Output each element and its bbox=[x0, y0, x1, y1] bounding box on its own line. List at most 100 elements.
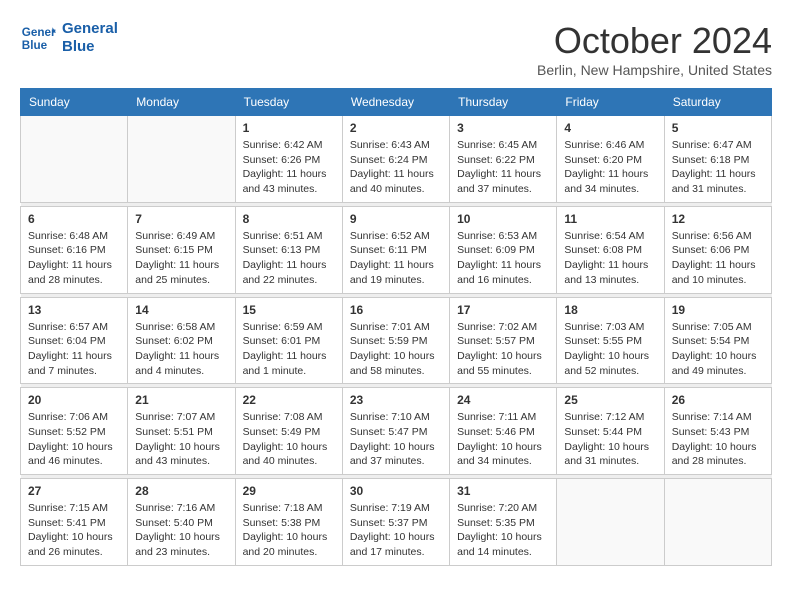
day-number: 12 bbox=[672, 212, 764, 226]
day-number: 4 bbox=[564, 121, 656, 135]
day-info: Sunrise: 7:10 AM Sunset: 5:47 PM Dayligh… bbox=[350, 410, 442, 469]
page-header: General Blue GeneralBlue October 2024 Be… bbox=[20, 20, 772, 78]
calendar-week-3: 13 Sunrise: 6:57 AM Sunset: 6:04 PM Dayli… bbox=[21, 297, 772, 384]
day-info: Sunrise: 6:59 AM Sunset: 6:01 PM Dayligh… bbox=[243, 320, 335, 379]
day-number: 13 bbox=[28, 303, 120, 317]
logo-icon: General Blue bbox=[20, 20, 56, 56]
day-number: 30 bbox=[350, 484, 442, 498]
day-number: 10 bbox=[457, 212, 549, 226]
svg-text:Blue: Blue bbox=[22, 39, 48, 52]
day-info: Sunrise: 7:11 AM Sunset: 5:46 PM Dayligh… bbox=[457, 410, 549, 469]
weekday-header-friday: Friday bbox=[557, 89, 664, 116]
day-number: 22 bbox=[243, 393, 335, 407]
day-info: Sunrise: 6:54 AM Sunset: 6:08 PM Dayligh… bbox=[564, 229, 656, 288]
day-number: 6 bbox=[28, 212, 120, 226]
calendar-cell: 2 Sunrise: 6:43 AM Sunset: 6:24 PM Daylig… bbox=[342, 116, 449, 203]
day-info: Sunrise: 6:42 AM Sunset: 6:26 PM Dayligh… bbox=[243, 138, 335, 197]
calendar-cell: 23Sunrise: 7:10 AM Sunset: 5:47 PM Dayli… bbox=[342, 388, 449, 475]
day-number: 15 bbox=[243, 303, 335, 317]
calendar-cell: 3 Sunrise: 6:45 AM Sunset: 6:22 PM Daylig… bbox=[450, 116, 557, 203]
day-number: 7 bbox=[135, 212, 227, 226]
day-info: Sunrise: 6:43 AM Sunset: 6:24 PM Dayligh… bbox=[350, 138, 442, 197]
day-number: 5 bbox=[672, 121, 764, 135]
calendar-week-5: 27Sunrise: 7:15 AM Sunset: 5:41 PM Dayli… bbox=[21, 479, 772, 566]
calendar-cell: 24 Sunrise: 7:11 AM Sunset: 5:46 PM Dayli… bbox=[450, 388, 557, 475]
calendar-cell: 12 Sunrise: 6:56 AM Sunset: 6:06 PM Dayli… bbox=[664, 206, 771, 293]
calendar-cell: 13 Sunrise: 6:57 AM Sunset: 6:04 PM Dayli… bbox=[21, 297, 128, 384]
day-info: Sunrise: 7:05 AM Sunset: 5:54 PM Dayligh… bbox=[672, 320, 764, 379]
day-number: 16 bbox=[350, 303, 442, 317]
calendar-cell: 14 Sunrise: 6:58 AM Sunset: 6:02 PM Dayli… bbox=[128, 297, 235, 384]
calendar-week-2: 6 Sunrise: 6:48 AM Sunset: 6:16 PM Daylig… bbox=[21, 206, 772, 293]
calendar-cell bbox=[557, 479, 664, 566]
day-info: Sunrise: 6:57 AM Sunset: 6:04 PM Dayligh… bbox=[28, 320, 120, 379]
calendar-cell bbox=[128, 116, 235, 203]
day-number: 31 bbox=[457, 484, 549, 498]
day-info: Sunrise: 6:48 AM Sunset: 6:16 PM Dayligh… bbox=[28, 229, 120, 288]
logo: General Blue GeneralBlue bbox=[20, 20, 118, 56]
day-info: Sunrise: 7:15 AM Sunset: 5:41 PM Dayligh… bbox=[28, 501, 120, 560]
day-info: Sunrise: 7:08 AM Sunset: 5:49 PM Dayligh… bbox=[243, 410, 335, 469]
calendar-cell: 17 Sunrise: 7:02 AM Sunset: 5:57 PM Dayli… bbox=[450, 297, 557, 384]
calendar-cell: 29 Sunrise: 7:18 AM Sunset: 5:38 PM Dayli… bbox=[235, 479, 342, 566]
day-info: Sunrise: 7:14 AM Sunset: 5:43 PM Dayligh… bbox=[672, 410, 764, 469]
day-info: Sunrise: 6:52 AM Sunset: 6:11 PM Dayligh… bbox=[350, 229, 442, 288]
weekday-header-tuesday: Tuesday bbox=[235, 89, 342, 116]
calendar-cell: 10 Sunrise: 6:53 AM Sunset: 6:09 PM Dayli… bbox=[450, 206, 557, 293]
calendar-cell: 22 Sunrise: 7:08 AM Sunset: 5:49 PM Dayli… bbox=[235, 388, 342, 475]
calendar-cell: 26 Sunrise: 7:14 AM Sunset: 5:43 PM Dayli… bbox=[664, 388, 771, 475]
day-number: 28 bbox=[135, 484, 227, 498]
calendar-cell: 18 Sunrise: 7:03 AM Sunset: 5:55 PM Dayli… bbox=[557, 297, 664, 384]
day-number: 20 bbox=[28, 393, 120, 407]
calendar-cell: 6 Sunrise: 6:48 AM Sunset: 6:16 PM Daylig… bbox=[21, 206, 128, 293]
day-number: 19 bbox=[672, 303, 764, 317]
day-info: Sunrise: 6:51 AM Sunset: 6:13 PM Dayligh… bbox=[243, 229, 335, 288]
day-info: Sunrise: 6:45 AM Sunset: 6:22 PM Dayligh… bbox=[457, 138, 549, 197]
day-info: Sunrise: 7:06 AM Sunset: 5:52 PM Dayligh… bbox=[28, 410, 120, 469]
calendar-cell: 28Sunrise: 7:16 AM Sunset: 5:40 PM Dayli… bbox=[128, 479, 235, 566]
day-number: 1 bbox=[243, 121, 335, 135]
day-number: 18 bbox=[564, 303, 656, 317]
calendar-cell: 27Sunrise: 7:15 AM Sunset: 5:41 PM Dayli… bbox=[21, 479, 128, 566]
weekday-header-saturday: Saturday bbox=[664, 89, 771, 116]
calendar-cell: 19 Sunrise: 7:05 AM Sunset: 5:54 PM Dayli… bbox=[664, 297, 771, 384]
day-info: Sunrise: 6:47 AM Sunset: 6:18 PM Dayligh… bbox=[672, 138, 764, 197]
day-info: Sunrise: 6:58 AM Sunset: 6:02 PM Dayligh… bbox=[135, 320, 227, 379]
calendar-week-4: 20 Sunrise: 7:06 AM Sunset: 5:52 PM Dayli… bbox=[21, 388, 772, 475]
day-number: 8 bbox=[243, 212, 335, 226]
day-info: Sunrise: 7:20 AM Sunset: 5:35 PM Dayligh… bbox=[457, 501, 549, 560]
calendar-cell: 15 Sunrise: 6:59 AM Sunset: 6:01 PM Dayli… bbox=[235, 297, 342, 384]
day-info: Sunrise: 7:19 AM Sunset: 5:37 PM Dayligh… bbox=[350, 501, 442, 560]
calendar-cell: 31 Sunrise: 7:20 AM Sunset: 5:35 PM Dayli… bbox=[450, 479, 557, 566]
day-number: 24 bbox=[457, 393, 549, 407]
day-number: 14 bbox=[135, 303, 227, 317]
calendar-cell: 21Sunrise: 7:07 AM Sunset: 5:51 PM Dayli… bbox=[128, 388, 235, 475]
month-title: October 2024 bbox=[537, 20, 772, 62]
calendar-cell: 20 Sunrise: 7:06 AM Sunset: 5:52 PM Dayli… bbox=[21, 388, 128, 475]
calendar-week-1: 1 Sunrise: 6:42 AM Sunset: 6:26 PM Daylig… bbox=[21, 116, 772, 203]
calendar-cell: 7 Sunrise: 6:49 AM Sunset: 6:15 PM Daylig… bbox=[128, 206, 235, 293]
calendar-cell: 4Sunrise: 6:46 AM Sunset: 6:20 PM Daylig… bbox=[557, 116, 664, 203]
day-number: 11 bbox=[564, 212, 656, 226]
day-number: 21 bbox=[135, 393, 227, 407]
day-number: 26 bbox=[672, 393, 764, 407]
calendar-header-row: SundayMondayTuesdayWednesdayThursdayFrid… bbox=[21, 89, 772, 116]
calendar: SundayMondayTuesdayWednesdayThursdayFrid… bbox=[20, 88, 772, 566]
weekday-header-sunday: Sunday bbox=[21, 89, 128, 116]
day-info: Sunrise: 7:18 AM Sunset: 5:38 PM Dayligh… bbox=[243, 501, 335, 560]
day-info: Sunrise: 7:02 AM Sunset: 5:57 PM Dayligh… bbox=[457, 320, 549, 379]
day-number: 29 bbox=[243, 484, 335, 498]
day-info: Sunrise: 6:49 AM Sunset: 6:15 PM Dayligh… bbox=[135, 229, 227, 288]
location: Berlin, New Hampshire, United States bbox=[537, 62, 772, 78]
day-number: 3 bbox=[457, 121, 549, 135]
title-block: October 2024 Berlin, New Hampshire, Unit… bbox=[537, 20, 772, 78]
day-number: 17 bbox=[457, 303, 549, 317]
weekday-header-monday: Monday bbox=[128, 89, 235, 116]
calendar-cell: 16Sunrise: 7:01 AM Sunset: 5:59 PM Dayli… bbox=[342, 297, 449, 384]
day-info: Sunrise: 6:56 AM Sunset: 6:06 PM Dayligh… bbox=[672, 229, 764, 288]
day-info: Sunrise: 6:53 AM Sunset: 6:09 PM Dayligh… bbox=[457, 229, 549, 288]
day-number: 2 bbox=[350, 121, 442, 135]
calendar-cell bbox=[664, 479, 771, 566]
day-info: Sunrise: 7:03 AM Sunset: 5:55 PM Dayligh… bbox=[564, 320, 656, 379]
weekday-header-wednesday: Wednesday bbox=[342, 89, 449, 116]
